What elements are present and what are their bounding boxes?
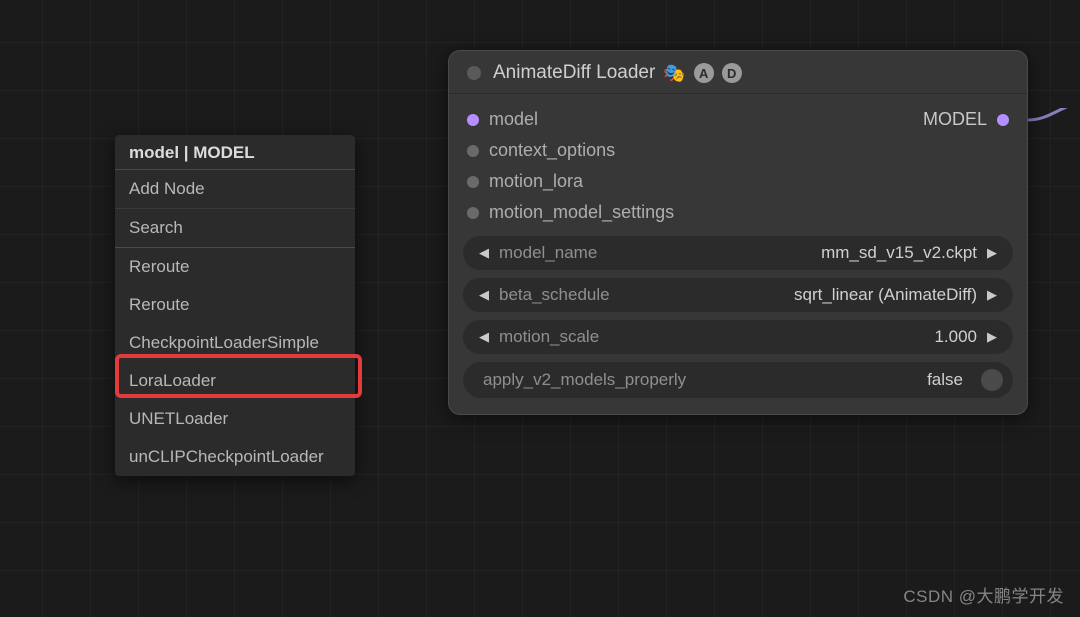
context-menu: model | MODEL Add Node Search Reroute Re… [115, 135, 355, 476]
watermark: CSDN @大鹏学开发 [903, 582, 1064, 607]
menu-item-reroute[interactable]: Reroute [115, 286, 355, 324]
toggle-knob-icon[interactable] [981, 369, 1003, 391]
chevron-right-icon[interactable]: ▶ [987, 245, 997, 261]
badge-a: A [694, 63, 714, 83]
menu-item-reroute[interactable]: Reroute [115, 248, 355, 286]
chevron-left-icon[interactable]: ◀ [479, 287, 489, 303]
chevron-right-icon[interactable]: ▶ [987, 287, 997, 303]
input-model[interactable]: model MODEL [463, 104, 1013, 135]
menu-item-checkpoint-loader-simple[interactable]: CheckpointLoaderSimple [115, 324, 355, 362]
menu-add-node[interactable]: Add Node [115, 169, 355, 208]
output-socket-icon[interactable] [997, 114, 1009, 126]
widget-apply-v2[interactable]: apply_v2_models_properly false [463, 362, 1013, 398]
input-motion-lora[interactable]: motion_lora [463, 166, 1013, 197]
chevron-right-icon[interactable]: ▶ [987, 329, 997, 345]
input-motion-model-settings[interactable]: motion_model_settings [463, 197, 1013, 228]
menu-title: model | MODEL [115, 135, 355, 169]
node-header[interactable]: AnimateDiff Loader 🎭 AD [449, 51, 1027, 94]
input-context-options[interactable]: context_options [463, 135, 1013, 166]
input-socket-icon[interactable] [467, 176, 479, 188]
menu-search[interactable]: Search [115, 208, 355, 247]
collapse-dot-icon[interactable] [467, 66, 481, 80]
input-socket-icon[interactable] [467, 145, 479, 157]
widget-motion-scale[interactable]: ◀ motion_scale 1.000 ▶ [463, 320, 1013, 354]
widget-beta-schedule[interactable]: ◀ beta_schedule sqrt_linear (AnimateDiff… [463, 278, 1013, 312]
input-socket-icon[interactable] [467, 207, 479, 219]
output-model[interactable]: MODEL [923, 109, 1009, 130]
input-socket-icon[interactable] [467, 114, 479, 126]
menu-item-unclip-checkpoint-loader[interactable]: unCLIPCheckpointLoader [115, 438, 355, 476]
badge-d: D [722, 63, 742, 83]
menu-item-unet-loader[interactable]: UNETLoader [115, 400, 355, 438]
animatediff-loader-node[interactable]: AnimateDiff Loader 🎭 AD model MODEL cont… [448, 50, 1028, 415]
masks-icon: 🎭 [663, 63, 685, 84]
chevron-left-icon[interactable]: ◀ [479, 245, 489, 261]
chevron-left-icon[interactable]: ◀ [479, 329, 489, 345]
node-title: AnimateDiff Loader 🎭 AD [493, 62, 742, 84]
menu-item-lora-loader[interactable]: LoraLoader [115, 362, 355, 400]
widget-model-name[interactable]: ◀ model_name mm_sd_v15_v2.ckpt ▶ [463, 236, 1013, 270]
